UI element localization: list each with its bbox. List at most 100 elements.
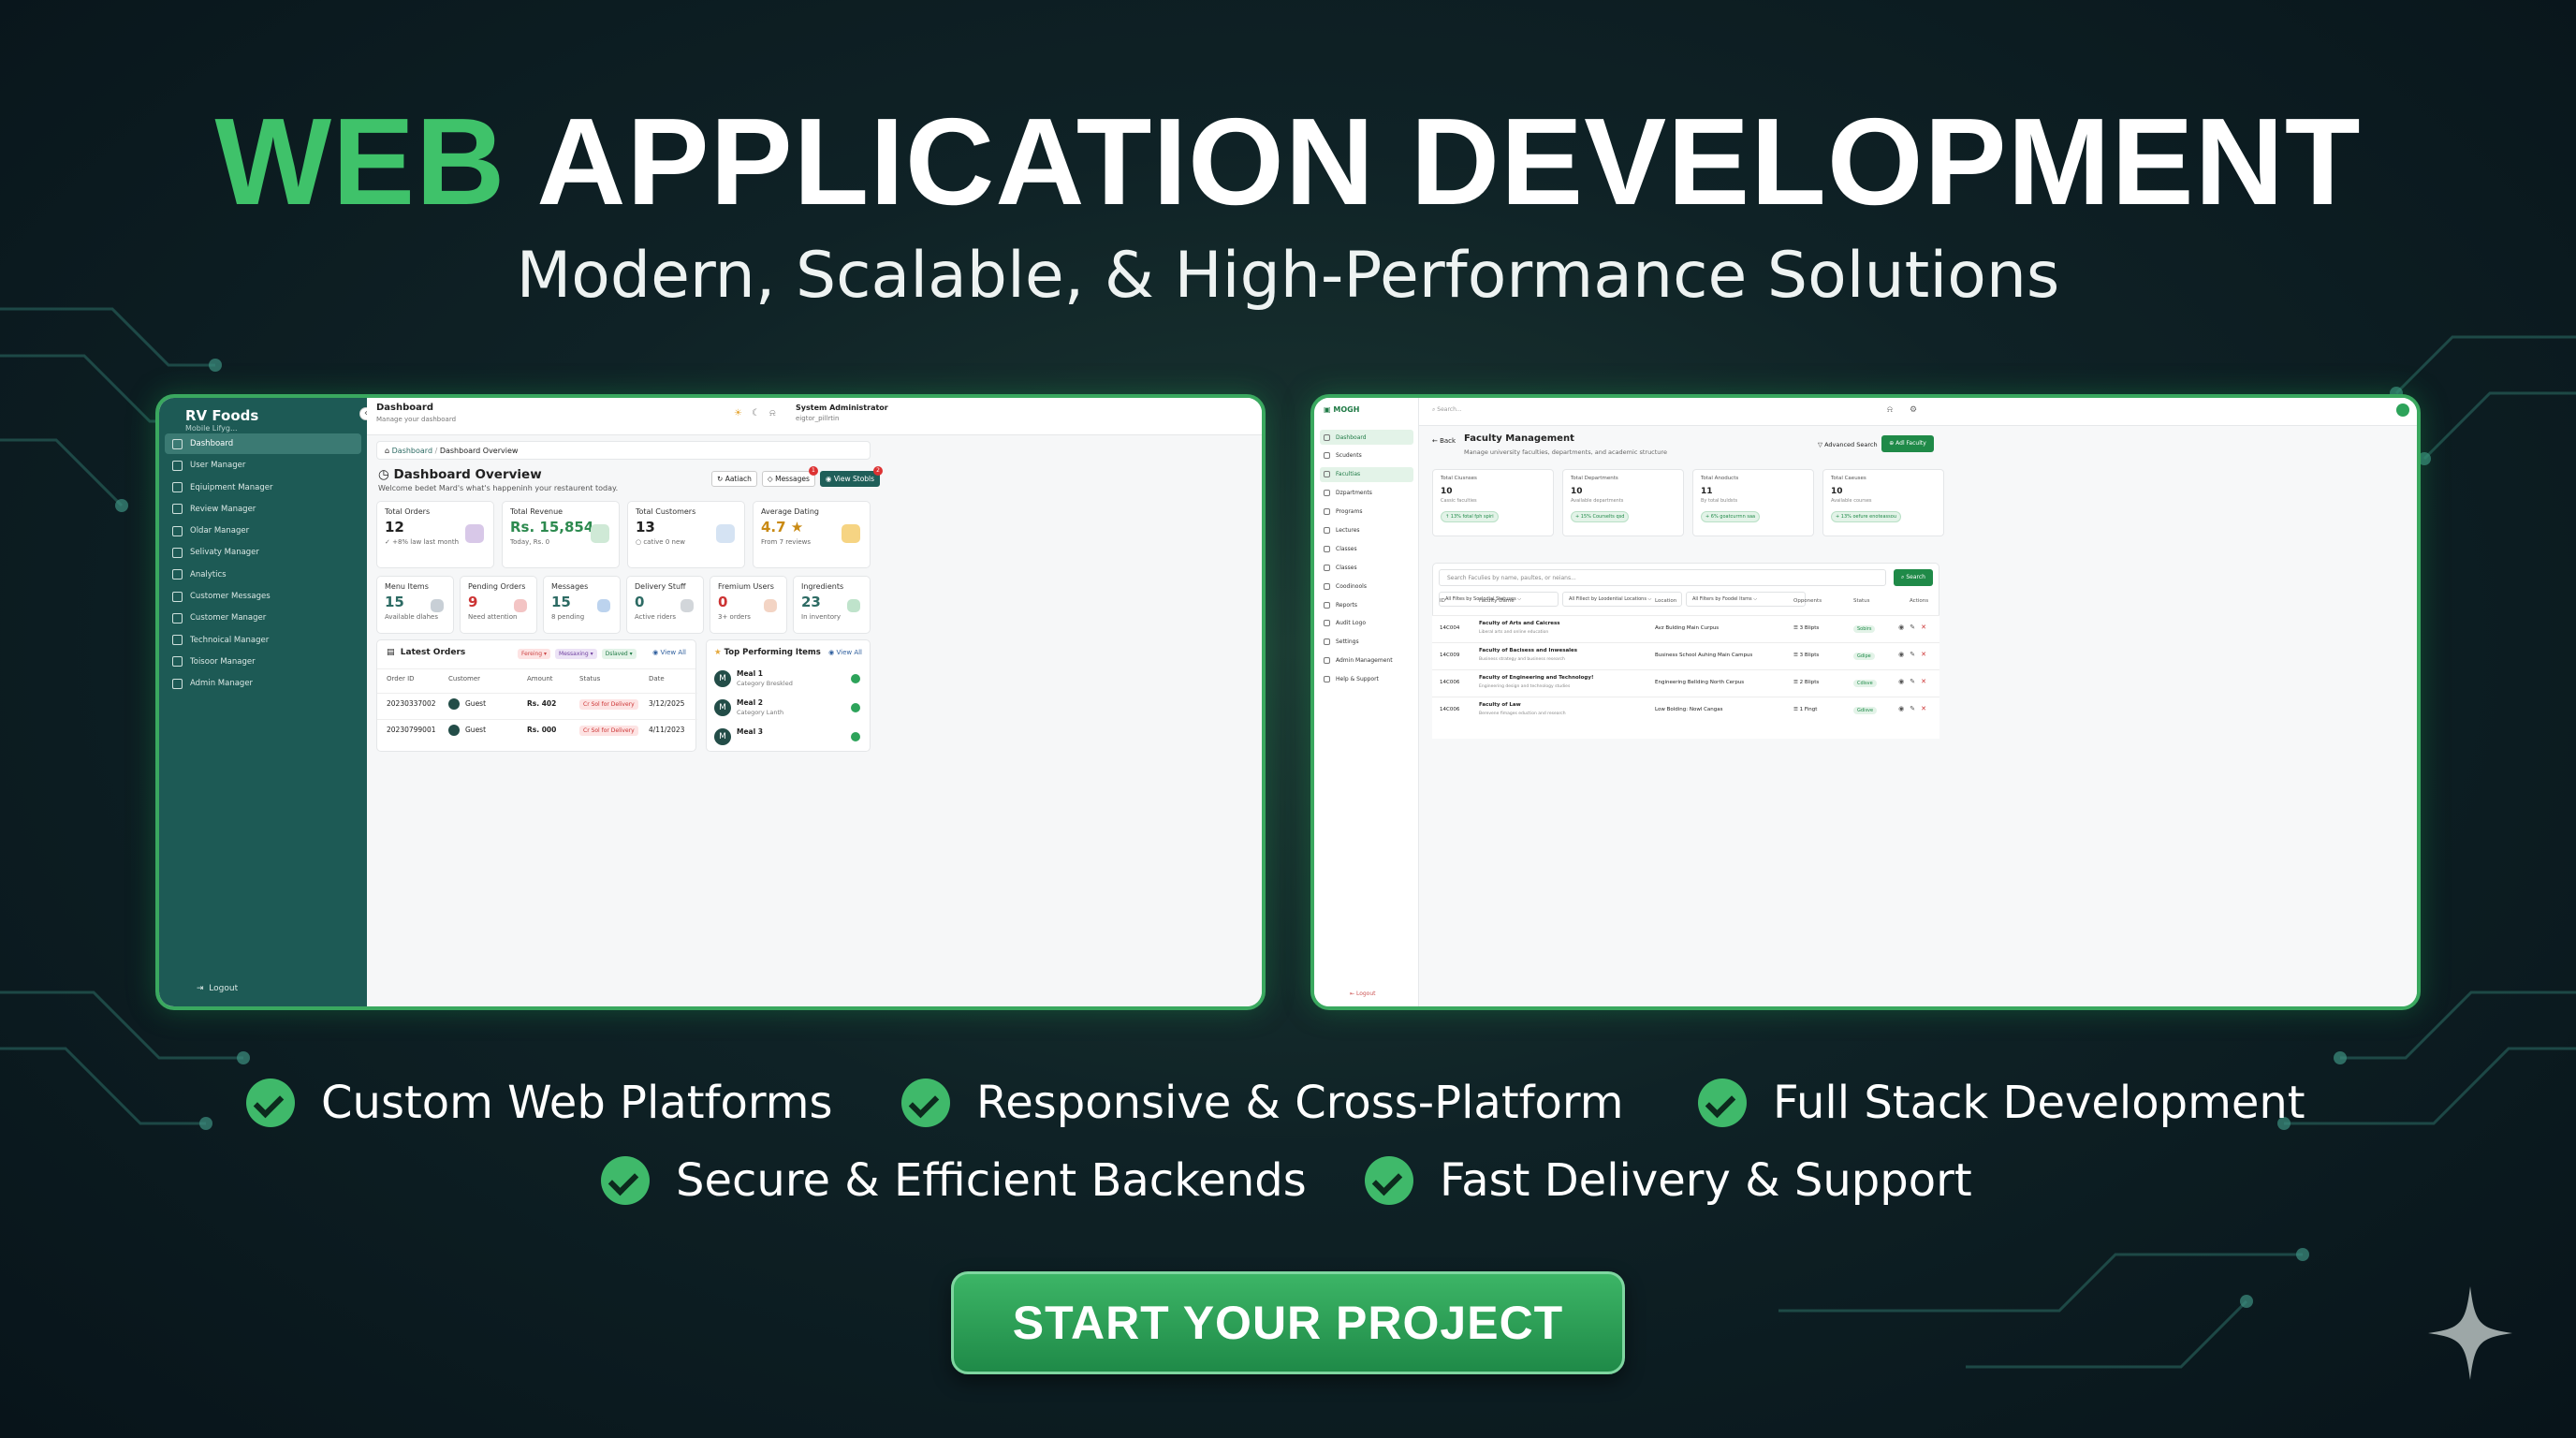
faculty-sidebar-item[interactable]: Classes xyxy=(1320,541,1413,556)
list-item[interactable]: M Meal 2 Category Lanth xyxy=(714,697,864,720)
edit-icon[interactable]: ✎ xyxy=(1910,624,1921,631)
moon-icon[interactable]: ☾ xyxy=(752,408,769,418)
filter-chip[interactable]: Fereing ▾ xyxy=(518,649,551,659)
sidebar-item[interactable]: Toisoor Manager xyxy=(165,652,361,672)
faculty-sidebar-item[interactable]: Help & Support xyxy=(1320,672,1413,687)
trash-icon[interactable]: ✕ xyxy=(1921,651,1932,658)
faculty-sidebar-item[interactable]: Settings xyxy=(1320,635,1413,650)
header-title: Dashboard xyxy=(376,403,433,413)
messages-button[interactable]: ◇ Messages 1 xyxy=(761,466,818,487)
sidebar-item[interactable]: Oldar Manager xyxy=(165,521,361,541)
filter-chip[interactable]: Dslaved ▾ xyxy=(601,649,637,659)
search-button[interactable]: ⌕ Search xyxy=(1894,569,1933,586)
sidebar-item[interactable]: Review Manager xyxy=(165,499,361,520)
column-header[interactable]: Opponents xyxy=(1793,598,1822,604)
sidebar-item[interactable]: Technoical Manager xyxy=(165,630,361,651)
table-row[interactable]: 14C009 Faculty of Bacisess and Inwesales B… xyxy=(1432,642,1939,669)
nav-icon xyxy=(1324,676,1330,683)
faculty-search-input[interactable]: Search Faculies by name, paultes, or nei… xyxy=(1439,569,1886,586)
eye-icon[interactable]: ◉ xyxy=(1898,705,1910,712)
add-faculty-button[interactable]: ⊕ Adl Faculty xyxy=(1881,435,1934,452)
refresh-button[interactable]: ↻ Aatiach xyxy=(711,471,757,487)
sidebar-item[interactable]: Dashboard xyxy=(165,433,361,454)
refresh-icon: ↻ xyxy=(717,475,724,483)
back-button[interactable]: ← Back xyxy=(1432,437,1456,445)
header-subtitle: Manage your dashboard xyxy=(376,416,457,423)
table-row[interactable]: 14C004 Faculty of Arts and Caicress Libera… xyxy=(1432,615,1939,642)
trash-icon[interactable]: ✕ xyxy=(1921,678,1932,685)
table-row[interactable]: 20230337002 Guest Rs. 402 Cr Sol for Delive… xyxy=(377,693,697,715)
edit-icon[interactable]: ✎ xyxy=(1910,705,1921,712)
column-header[interactable]: Faculty Dame xyxy=(1479,598,1515,604)
list-item[interactable]: M Meal 3 xyxy=(714,726,864,749)
table-row[interactable]: 20230799001 Guest Rs. 000 Cr Sol for Delive… xyxy=(377,719,697,741)
sidebar-item[interactable]: Customer Messages xyxy=(165,586,361,607)
list-item[interactable]: M Meal 1 Category Breskled xyxy=(714,668,864,691)
trash-icon[interactable]: ✕ xyxy=(1921,705,1932,712)
column-header[interactable]: Location xyxy=(1655,598,1676,604)
eye-icon[interactable]: ◉ xyxy=(1898,678,1910,685)
faculty-sidebar-item[interactable]: Dashboard xyxy=(1320,430,1413,445)
view-all-orders-label: View All xyxy=(660,649,686,656)
nav-icon xyxy=(1324,582,1330,590)
check-icon xyxy=(246,1078,295,1127)
faculty-sidebar-item[interactable]: Facultias xyxy=(1320,466,1413,482)
order-id: 20230337002 xyxy=(387,699,436,708)
sun-icon[interactable]: ☀ xyxy=(734,408,752,418)
faculty-sidebar-item[interactable]: Scudents xyxy=(1320,448,1413,463)
breadcrumb-home[interactable]: Dashboard xyxy=(392,447,432,455)
sidebar-nav: Dashboard User Manager Eqiuipment Manager R… xyxy=(165,433,361,696)
bell-icon[interactable]: ⍾ xyxy=(769,408,785,418)
sidebar-item[interactable]: Customer Manager xyxy=(165,608,361,628)
sidebar-item[interactable]: Eqiuipment Manager xyxy=(165,477,361,498)
column-header[interactable]: Date xyxy=(649,675,665,682)
view-all-orders-link[interactable]: ◉ View All xyxy=(652,649,686,656)
column-header[interactable]: ID xyxy=(1440,598,1445,604)
sidebar-item[interactable]: Selivaty Manager xyxy=(165,542,361,563)
faculty-logout-button[interactable]: ⇤ Logout xyxy=(1350,990,1376,997)
edit-icon[interactable]: ✎ xyxy=(1910,678,1921,685)
sparkle-icon xyxy=(2428,1286,2512,1380)
gear-icon[interactable]: ⚙ xyxy=(1910,405,1917,415)
avatar[interactable] xyxy=(2396,404,2409,417)
order-amount: Rs. 000 xyxy=(527,726,557,734)
view-button[interactable]: ◉ View Stobls 2 xyxy=(819,466,884,487)
mini-label: Fremium Users xyxy=(718,582,774,591)
column-header[interactable]: Customer xyxy=(448,675,480,682)
item-category: Category Lanth xyxy=(737,709,784,716)
column-header[interactable]: Status xyxy=(579,675,600,682)
logout-button[interactable]: ⇥ Logout xyxy=(197,984,238,993)
sidebar-item[interactable]: Analytics xyxy=(165,565,361,585)
column-header[interactable]: Amount xyxy=(527,675,553,682)
filter-chip[interactable]: Messaxing ▾ xyxy=(555,649,597,659)
view-all-items-link[interactable]: ◉ View All xyxy=(828,649,862,656)
sidebar-item[interactable]: User Manager xyxy=(165,455,361,476)
faculty-sidebar-item[interactable]: Reports xyxy=(1320,597,1413,612)
start-project-button[interactable]: START YOUR PROJECT xyxy=(951,1271,1625,1374)
logout-icon: ⇤ xyxy=(1350,990,1355,997)
table-row[interactable]: 14C006 Faculty of Law Berevene fimages edu… xyxy=(1432,697,1939,724)
faculty-sidebar-item[interactable]: Classes xyxy=(1320,560,1413,575)
faculty-sidebar-item[interactable]: Audit Logo xyxy=(1320,616,1413,631)
bell-icon[interactable]: ⍾ xyxy=(1887,405,1893,415)
eye-icon[interactable]: ◉ xyxy=(1898,651,1910,658)
edit-icon[interactable]: ✎ xyxy=(1910,651,1921,658)
column-header[interactable]: Order ID xyxy=(387,675,415,682)
column-header[interactable]: Status xyxy=(1853,598,1870,604)
mini-delta: 3+ orders xyxy=(718,613,751,621)
mini-delta: In inventory xyxy=(801,613,842,621)
faculty-sidebar-item[interactable]: Lectures xyxy=(1320,522,1413,537)
faculty-sidebar-item[interactable]: Coodinools xyxy=(1320,579,1413,594)
eye-icon[interactable]: ◉ xyxy=(1898,624,1910,631)
advanced-search-button[interactable]: ▽ Advanced Search xyxy=(1818,441,1878,448)
items-filter-select[interactable]: All Filters by Foodel Itsms ⌵ xyxy=(1686,592,1806,607)
faculty-sidebar-item[interactable]: Admin Management xyxy=(1320,653,1413,668)
faculty-sidebar-item[interactable]: Dzpartments xyxy=(1320,486,1413,501)
trash-icon[interactable]: ✕ xyxy=(1921,624,1932,631)
home-icon: ⌂ xyxy=(385,447,390,455)
faculty-search-box[interactable]: ⌕ Search... xyxy=(1432,406,1462,414)
column-header[interactable]: Actions xyxy=(1910,598,1928,604)
sidebar-item[interactable]: Admin Manager xyxy=(165,673,361,694)
table-row[interactable]: 14C006 Faculty of Engineering and Technol… xyxy=(1432,669,1939,697)
faculty-sidebar-item[interactable]: Programs xyxy=(1320,505,1413,520)
